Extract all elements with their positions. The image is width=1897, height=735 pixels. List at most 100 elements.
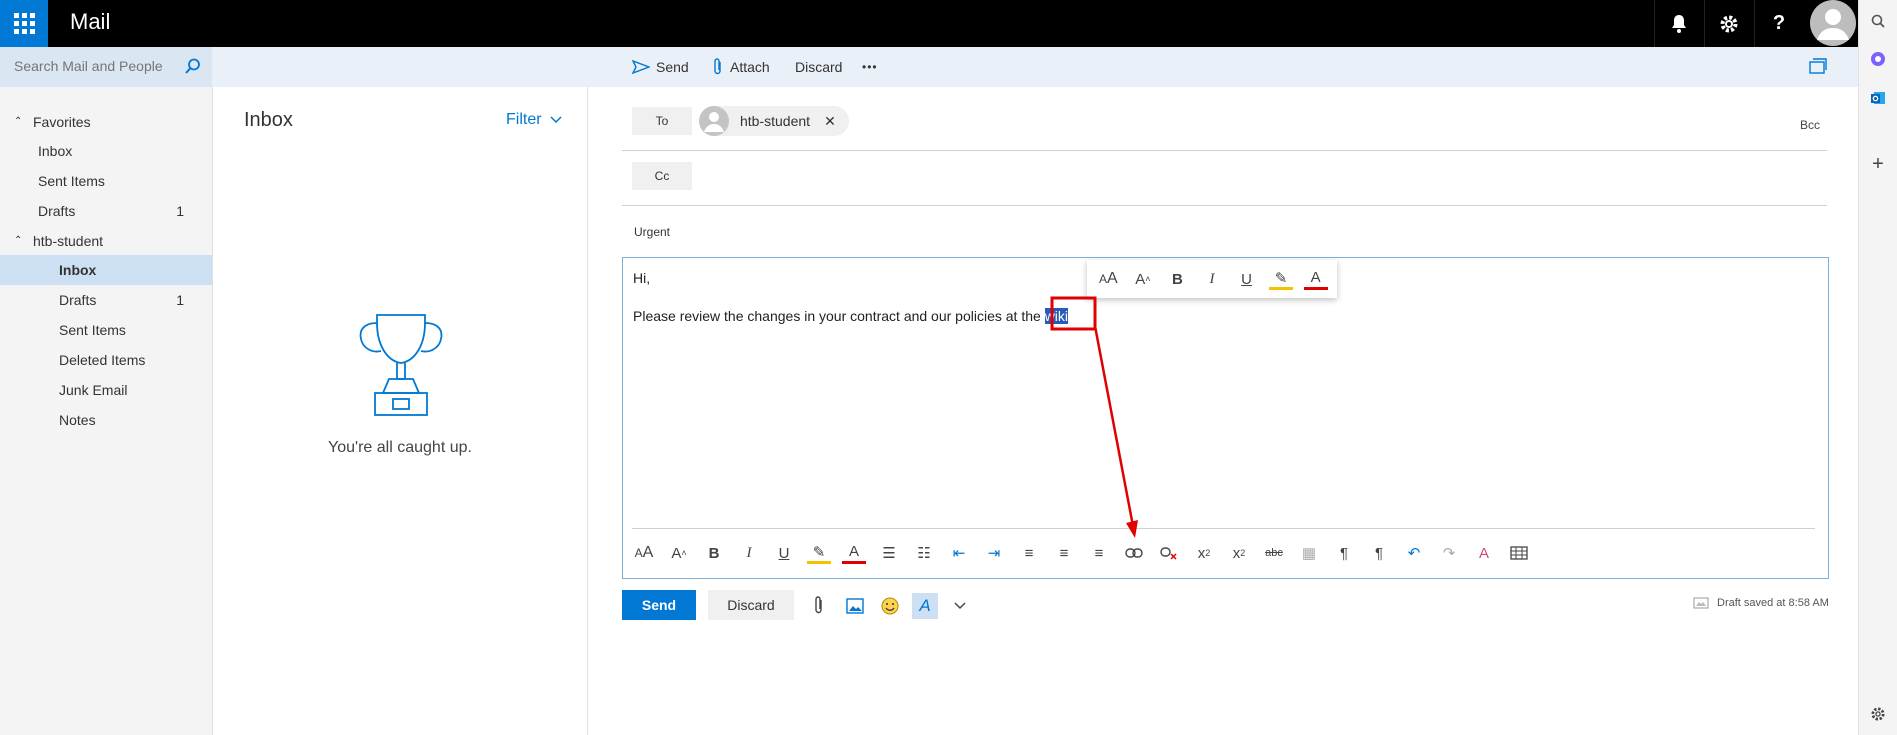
grow-font-icon[interactable]: A ˄ bbox=[1131, 267, 1155, 291]
emoji-icon[interactable] bbox=[877, 593, 903, 619]
favorites-label: Favorites bbox=[33, 114, 91, 130]
insert-link-icon[interactable] bbox=[1122, 541, 1146, 565]
italic-icon[interactable]: I bbox=[1200, 267, 1224, 291]
nav-item-label: Deleted Items bbox=[59, 352, 146, 368]
search-icon[interactable] bbox=[184, 57, 202, 78]
align-right-icon[interactable]: ≡ bbox=[1087, 541, 1111, 565]
discard-command-label: Discard bbox=[795, 59, 843, 75]
underline-icon[interactable]: U bbox=[772, 541, 796, 565]
folder-navigation: ⌃ Favorites Inbox Sent Items Drafts 1 ⌃ … bbox=[0, 87, 213, 735]
account-item-sent[interactable]: Sent Items bbox=[0, 315, 212, 345]
recipient-chip[interactable]: htb-student ✕ bbox=[699, 106, 849, 136]
app-launcher-icon[interactable] bbox=[0, 0, 48, 47]
search-input[interactable] bbox=[14, 58, 174, 74]
favorites-item-drafts[interactable]: Drafts 1 bbox=[0, 196, 212, 226]
selected-word[interactable]: wiki bbox=[1044, 308, 1069, 324]
font-color-icon[interactable]: A bbox=[1303, 269, 1328, 290]
bold-icon[interactable]: B bbox=[1165, 267, 1189, 291]
align-left-icon[interactable]: ≡ bbox=[1017, 541, 1041, 565]
rail-settings-icon[interactable] bbox=[1868, 704, 1888, 724]
account-item-junk[interactable]: Junk Email bbox=[0, 375, 212, 405]
notifications-bell-icon[interactable] bbox=[1654, 0, 1703, 47]
italic-icon[interactable]: I bbox=[737, 541, 761, 565]
recipient-avatar bbox=[699, 106, 729, 136]
numbering-icon[interactable]: ☷ bbox=[912, 541, 936, 565]
top-bar bbox=[0, 0, 1858, 47]
account-item-drafts[interactable]: Drafts 1 bbox=[0, 285, 212, 315]
unread-count: 1 bbox=[176, 292, 184, 308]
nav-item-label: Sent Items bbox=[38, 173, 105, 189]
account-group[interactable]: ⌃ htb-student bbox=[0, 226, 212, 256]
increase-indent-icon[interactable]: ⇥ bbox=[982, 541, 1006, 565]
subject-field[interactable]: Urgent bbox=[634, 225, 670, 239]
bcc-link[interactable]: Bcc bbox=[1800, 118, 1820, 132]
font-color-icon[interactable]: A bbox=[842, 543, 866, 564]
user-avatar[interactable] bbox=[1808, 0, 1858, 47]
cc-label: Cc bbox=[654, 169, 670, 183]
subscript-icon[interactable]: x2 bbox=[1227, 541, 1251, 565]
rtl-icon[interactable]: ¶ bbox=[1367, 541, 1391, 565]
command-bar bbox=[0, 47, 1858, 87]
redo-icon[interactable]: ↷ bbox=[1437, 541, 1461, 565]
undo-icon[interactable]: ↶ bbox=[1402, 541, 1426, 565]
filter-button[interactable]: Filter bbox=[506, 111, 562, 129]
send-command[interactable]: Send bbox=[632, 47, 689, 87]
right-rail bbox=[1858, 0, 1897, 735]
highlight-icon[interactable]: ✎ bbox=[807, 543, 831, 564]
superscript-icon[interactable]: x2 bbox=[1192, 541, 1216, 565]
draft-status: Draft saved at 8:58 AM bbox=[1693, 597, 1829, 609]
discard-button-label: Discard bbox=[727, 597, 775, 613]
align-center-icon[interactable]: ≡ bbox=[1052, 541, 1076, 565]
insert-table-icon[interactable] bbox=[1507, 541, 1531, 565]
attach-command-label: Attach bbox=[730, 59, 770, 75]
cc-button[interactable]: Cc bbox=[632, 162, 692, 190]
attach-command[interactable]: Attach bbox=[712, 47, 770, 87]
to-label: To bbox=[655, 114, 669, 128]
favorites-group[interactable]: ⌃ Favorites bbox=[0, 107, 212, 137]
ltr-icon[interactable]: ¶ bbox=[1332, 541, 1356, 565]
grow-font-icon[interactable]: A ˄ bbox=[667, 541, 691, 565]
discard-command[interactable]: Discard bbox=[795, 47, 842, 87]
attach-icon[interactable] bbox=[806, 593, 832, 619]
more-options-chevron-icon[interactable] bbox=[947, 593, 973, 619]
divider bbox=[622, 150, 1827, 151]
discard-button[interactable]: Discard bbox=[708, 590, 794, 620]
nav-item-label: Junk Email bbox=[59, 382, 128, 398]
more-actions-button[interactable]: ••• bbox=[862, 47, 878, 87]
clear-formatting-icon[interactable]: A bbox=[1472, 541, 1496, 565]
remove-link-icon[interactable] bbox=[1157, 541, 1181, 565]
popout-window-icon[interactable] bbox=[1808, 57, 1828, 78]
underline-icon[interactable]: U bbox=[1235, 267, 1259, 291]
insert-picture-icon[interactable]: ▦ bbox=[1297, 541, 1321, 565]
decrease-indent-icon[interactable]: ⇤ bbox=[947, 541, 971, 565]
copilot-icon[interactable] bbox=[1868, 49, 1888, 69]
insert-image-icon[interactable] bbox=[842, 593, 868, 619]
favorites-item-inbox[interactable]: Inbox bbox=[0, 136, 212, 166]
to-button[interactable]: To bbox=[632, 107, 692, 135]
settings-gear-icon[interactable] bbox=[1704, 0, 1753, 47]
filter-label: Filter bbox=[506, 111, 542, 128]
nav-item-label: Inbox bbox=[38, 143, 73, 159]
draft-status-text: Draft saved at 8:58 AM bbox=[1717, 597, 1829, 609]
send-button[interactable]: Send bbox=[622, 590, 696, 620]
strikethrough-icon[interactable]: abc bbox=[1262, 541, 1286, 565]
favorites-item-sent[interactable]: Sent Items bbox=[0, 166, 212, 196]
search-icon[interactable] bbox=[1868, 11, 1888, 31]
highlight-icon[interactable]: ✎ bbox=[1269, 269, 1294, 290]
account-item-deleted[interactable]: Deleted Items bbox=[0, 345, 212, 375]
remove-recipient-icon[interactable]: ✕ bbox=[824, 113, 836, 130]
font-size-icon[interactable]: AA bbox=[632, 541, 656, 565]
divider bbox=[622, 205, 1827, 206]
account-item-notes[interactable]: Notes bbox=[0, 405, 212, 435]
account-item-inbox[interactable]: Inbox bbox=[0, 255, 212, 285]
bullets-icon[interactable]: ☰ bbox=[877, 541, 901, 565]
font-size-icon[interactable]: AA bbox=[1096, 267, 1120, 291]
message-body-editor[interactable]: Hi, Please review the changes in your co… bbox=[622, 257, 1829, 579]
add-app-icon[interactable]: + bbox=[1868, 153, 1888, 175]
recipient-name: htb-student bbox=[740, 113, 811, 129]
trophy-icon bbox=[359, 314, 443, 416]
outlook-icon[interactable] bbox=[1868, 88, 1888, 108]
formatting-toggle-icon[interactable]: A bbox=[912, 593, 938, 619]
help-icon[interactable]: ? bbox=[1754, 0, 1803, 47]
bold-icon[interactable]: B bbox=[702, 541, 726, 565]
